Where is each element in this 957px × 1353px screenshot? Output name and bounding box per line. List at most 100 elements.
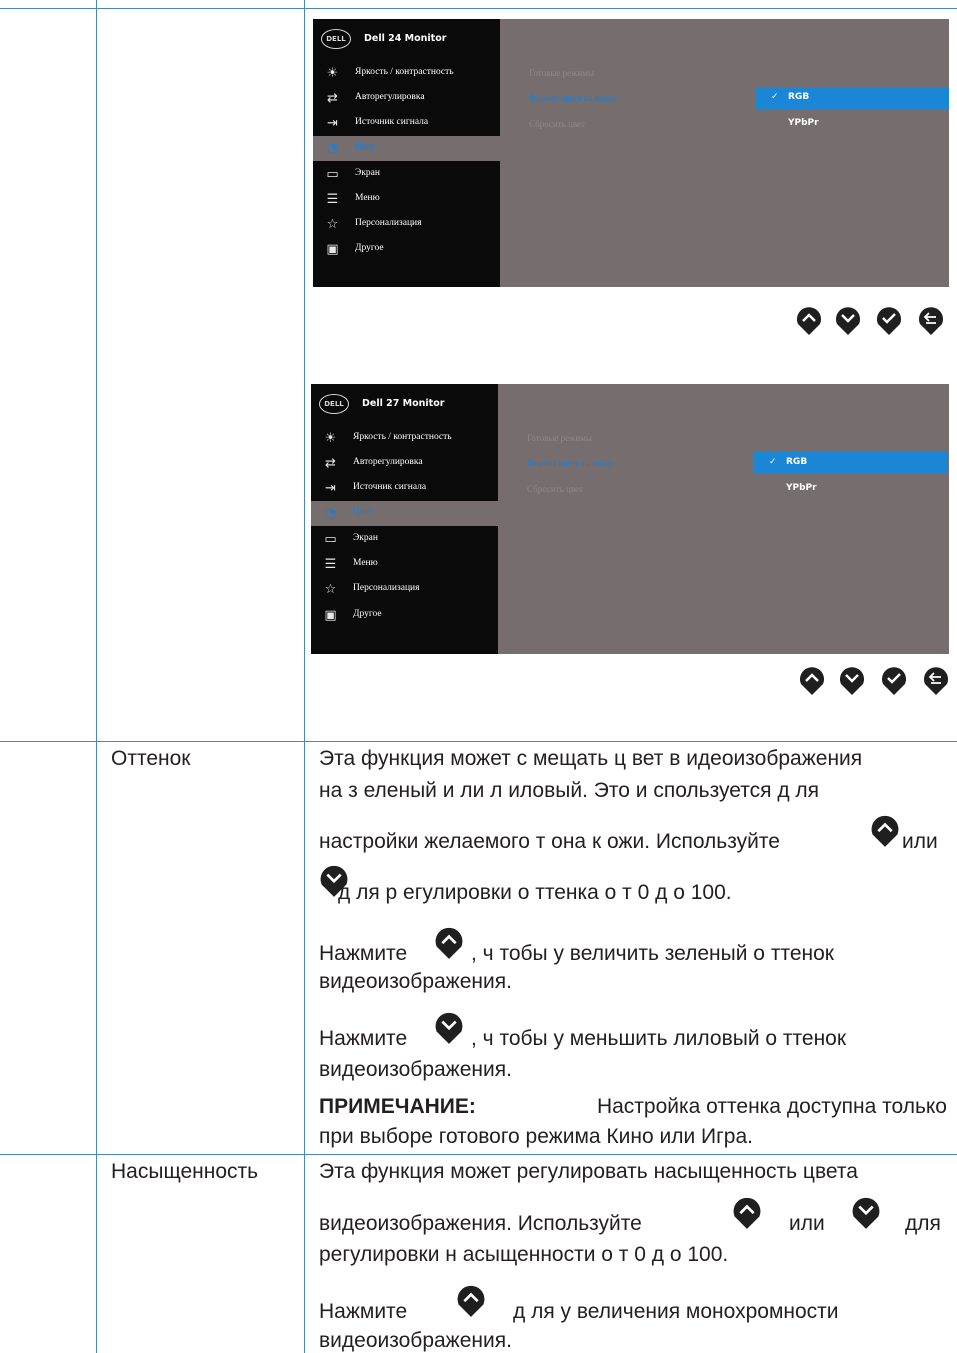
osd-item-personalize[interactable]: ☆ Персонализация bbox=[311, 577, 498, 602]
osd-option-ypbpr[interactable]: YPbPr bbox=[756, 113, 949, 135]
color-icon: ◔ bbox=[326, 141, 339, 156]
back-button-icon[interactable] bbox=[917, 302, 945, 336]
down-button-icon bbox=[435, 1012, 463, 1044]
osd-title: Dell 27 Monitor bbox=[362, 398, 445, 409]
sat-text-line-1: Эта функция может регулировать насыщенно… bbox=[319, 1160, 858, 1183]
osd-item-label: Источник сигнала bbox=[355, 117, 429, 127]
joystick-buttons bbox=[795, 302, 945, 336]
up-button-icon[interactable] bbox=[795, 302, 823, 336]
hue-text-line-3: настройки желаемого т она к ожи. Использ… bbox=[319, 830, 780, 853]
osd-item-label: Экран bbox=[355, 168, 380, 178]
down-button-icon[interactable] bbox=[834, 302, 862, 336]
osd-item-color[interactable]: ◔ Цвет bbox=[313, 136, 500, 161]
up-button-icon bbox=[733, 1197, 761, 1229]
osd-sub-reset-color[interactable]: Сбросить цвет bbox=[527, 484, 583, 494]
osd-item-display[interactable]: ▭ Экран bbox=[311, 527, 498, 552]
sat-text-press: Нажмите bbox=[319, 1300, 408, 1323]
ok-button-icon[interactable] bbox=[875, 302, 903, 336]
osd-item-input-source[interactable]: ⇥ Источник сигнала bbox=[313, 111, 500, 136]
down-button-icon bbox=[852, 1197, 880, 1229]
hue-text-or: или bbox=[902, 830, 938, 853]
osd-item-label: Персонализация bbox=[355, 218, 422, 228]
osd-item-label: Другое bbox=[353, 609, 382, 619]
color-icon: ◔ bbox=[324, 506, 337, 521]
osd-panel-27: DELL Dell 27 Monitor ☀ Яркость / контрас… bbox=[311, 384, 949, 654]
up-button-icon[interactable] bbox=[798, 662, 826, 696]
osd-item-display[interactable]: ▭ Экран bbox=[313, 162, 500, 187]
hue-note-line-2: при выборе готового режима Кино или Игра… bbox=[319, 1125, 753, 1148]
hue-note: ПРИМЕЧАНИЕ: Настройка оттенка доступна т… bbox=[319, 1095, 947, 1119]
ok-button-icon[interactable] bbox=[880, 662, 908, 696]
osd-item-label: Авторегулировка bbox=[355, 92, 425, 102]
osd-panel-24: DELL Dell 24 Monitor ☀ Яркость / контрас… bbox=[313, 19, 949, 287]
star-icon: ☆ bbox=[326, 217, 339, 232]
osd-item-personalize[interactable]: ☆ Персонализация bbox=[313, 212, 500, 237]
row-name-saturation: Насыщенность bbox=[111, 1160, 259, 1183]
hue-text-line-2: на з еленый и ли л иловый. Это и спользу… bbox=[319, 779, 820, 802]
osd-item-other[interactable]: ▣ Другое bbox=[313, 237, 500, 262]
osd-item-brightness[interactable]: ☀ Яркость / контрастность bbox=[313, 61, 500, 86]
osd-item-auto-adjust[interactable]: ⇄ Авторегулировка bbox=[313, 86, 500, 111]
down-button-icon[interactable] bbox=[838, 662, 866, 696]
auto-adjust-icon: ⇄ bbox=[325, 456, 336, 471]
joystick-buttons bbox=[798, 662, 950, 696]
hue-text-line-4: д ля р егулировки о ттенка о т 0 д о 100… bbox=[338, 881, 732, 904]
sat-text-video: видеоизображения. bbox=[319, 1329, 512, 1352]
osd-item-label: Яркость / контрастность bbox=[355, 67, 454, 77]
osd-item-label: Экран bbox=[353, 533, 378, 543]
hue-text-press-1: Нажмите bbox=[319, 942, 408, 965]
osd-sub-input-color-format[interactable]: Формат цвета на входе bbox=[529, 93, 616, 103]
brightness-icon: ☀ bbox=[324, 431, 337, 446]
osd-option-ypbpr[interactable]: YPbPr bbox=[754, 478, 947, 500]
hue-text-decrease: , ч тобы у меньшить лиловый о ттенок bbox=[471, 1027, 847, 1050]
other-icon: ▣ bbox=[326, 242, 339, 257]
osd-item-auto-adjust[interactable]: ⇄ Авторегулировка bbox=[311, 451, 498, 476]
osd-item-menu[interactable]: ☰ Меню bbox=[311, 552, 498, 577]
brightness-icon: ☀ bbox=[326, 66, 339, 81]
hue-text-video-2: видеоизображения. bbox=[319, 1058, 512, 1081]
display-icon: ▭ bbox=[326, 167, 339, 182]
osd-item-input-source[interactable]: ⇥ Источник сигнала bbox=[311, 476, 498, 501]
check-icon: ✓ bbox=[769, 457, 777, 467]
osd-sub-input-color-format[interactable]: Формат цвета на входе bbox=[527, 458, 614, 468]
osd-title: Dell 24 Monitor bbox=[364, 33, 447, 44]
osd-item-menu[interactable]: ☰ Меню bbox=[313, 187, 500, 212]
osd-item-label: Цвет bbox=[353, 507, 373, 517]
menu-icon: ☰ bbox=[326, 192, 339, 207]
up-button-icon bbox=[457, 1285, 485, 1317]
input-source-icon: ⇥ bbox=[325, 481, 336, 496]
dell-logo: DELL bbox=[319, 394, 349, 414]
osd-item-color[interactable]: ◔ Цвет bbox=[311, 501, 498, 526]
note-text-1: Настройка оттенка доступна только bbox=[596, 1095, 947, 1118]
osd-option-rgb[interactable]: ✓ RGB bbox=[756, 87, 949, 109]
sat-text-or: или bbox=[789, 1212, 825, 1235]
sat-text-line-3: регулировки н асыщенности о т 0 д о 100. bbox=[319, 1243, 729, 1266]
osd-item-label: Яркость / контрастность bbox=[353, 432, 452, 442]
osd-sub-preset-modes[interactable]: Готовые режимы bbox=[529, 68, 594, 78]
check-icon: ✓ bbox=[771, 92, 779, 102]
row-top-border bbox=[0, 8, 957, 9]
osd-item-label: Другое bbox=[355, 243, 384, 253]
osd-option-rgb[interactable]: ✓ RGB bbox=[754, 452, 947, 474]
osd-sub-reset-color[interactable]: Сбросить цвет bbox=[529, 119, 585, 129]
col-divider-1 bbox=[96, 0, 97, 1353]
menu-icon: ☰ bbox=[324, 557, 337, 572]
sat-text-increase: д ля у величения монохромности bbox=[513, 1300, 839, 1323]
up-button-icon bbox=[871, 815, 899, 847]
osd-item-brightness[interactable]: ☀ Яркость / контрастность bbox=[311, 426, 498, 451]
input-source-icon: ⇥ bbox=[327, 116, 338, 131]
osd-item-other[interactable]: ▣ Другое bbox=[311, 603, 498, 628]
hue-text-press-2: Нажмите bbox=[319, 1027, 408, 1050]
osd-item-label: Персонализация bbox=[353, 583, 420, 593]
osd-item-label: Меню bbox=[353, 558, 378, 568]
display-icon: ▭ bbox=[324, 532, 337, 547]
osd-item-label: Авторегулировка bbox=[353, 457, 423, 467]
sat-text-for: для bbox=[905, 1212, 941, 1235]
other-icon: ▣ bbox=[324, 608, 337, 623]
osd-sub-preset-modes[interactable]: Готовые режимы bbox=[527, 433, 592, 443]
back-button-icon[interactable] bbox=[922, 662, 950, 696]
hue-text-video-1: видеоизображения. bbox=[319, 970, 512, 993]
osd-item-label: Цвет bbox=[355, 142, 375, 152]
osd-item-label: Источник сигнала bbox=[353, 482, 427, 492]
col-divider-2 bbox=[304, 0, 305, 1353]
